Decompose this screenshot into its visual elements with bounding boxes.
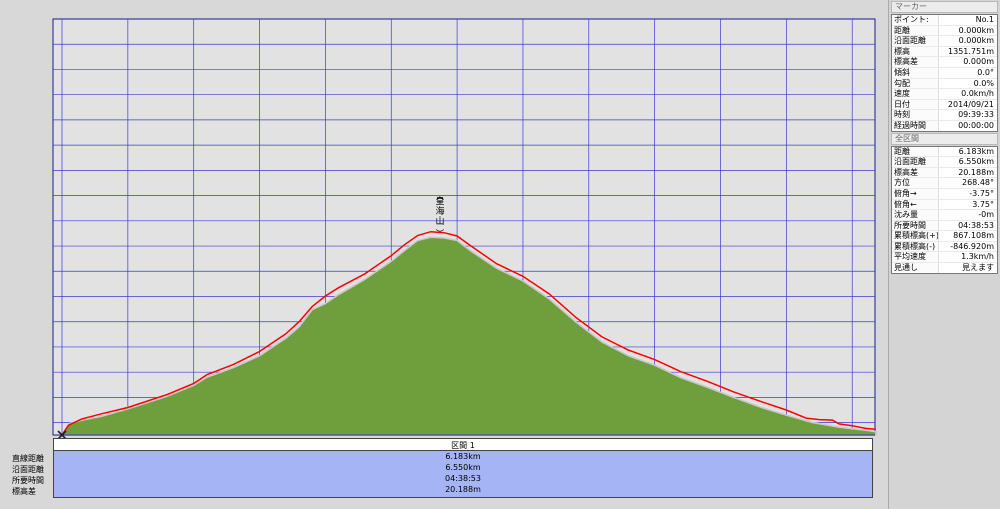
marker-row: 日付 2014/09/21: [892, 99, 997, 111]
full-value: 268.48°: [962, 178, 994, 188]
full-value: -3.75°: [969, 188, 994, 198]
marker-key: 距離: [892, 25, 939, 36]
full-value: 見えます: [962, 263, 994, 273]
full-value: -0m: [978, 210, 994, 220]
segment-values: 6.183km 6.550km 04:38:53 20.188m: [53, 451, 873, 498]
full-row: 見通し 見えます: [892, 263, 997, 273]
full-row: 俯角→ -3.75°: [892, 188, 997, 200]
peak-label-bracket: ︶: [436, 228, 444, 238]
marker-value: 0.000m: [963, 57, 994, 67]
marker-value: 09:39:33: [958, 110, 994, 120]
marker-value: 0.0%: [973, 78, 994, 88]
marker-row: 標高差 0.000m: [892, 57, 997, 68]
full-value: 867.108m: [953, 231, 994, 241]
full-key: 平均速度: [892, 252, 939, 263]
marker-row: 距離 0.000km: [892, 25, 997, 37]
marker-row: ポイント: No.1: [892, 15, 997, 26]
marker-key: 傾斜: [892, 67, 939, 78]
marker-row: 傾斜 0.0°: [892, 67, 997, 79]
marker-key: 勾配: [892, 78, 939, 89]
segment-value: 6.183km: [445, 452, 481, 461]
marker-key: 標高: [892, 46, 939, 57]
marker-key: 沿面距離: [892, 36, 939, 46]
full-value: 6.550km: [958, 157, 994, 167]
full-value: 04:38:53: [958, 220, 994, 230]
marker-row: 速度 0.0km/h: [892, 89, 997, 100]
full-key: 俯角←: [892, 199, 939, 210]
full-key: 累積標高(-): [892, 241, 939, 252]
segment-panel: 直線距離 沿面距離 所要時間 標高差 区間 1 6.183km 6.550km 04:38…: [0, 438, 888, 509]
marker-row: 標高 1351.751m: [892, 46, 997, 58]
marker-key: 時刻: [892, 110, 939, 120]
marker-value: 0.0km/h: [961, 89, 994, 99]
marker-value: 0.000km: [958, 36, 994, 46]
info-sidebar: マーカー ポイント: No.1 距離 0.000km 沿面距離 0.000km 標高 1351…: [888, 0, 1000, 509]
full-row: 累積標高(+) 867.108m: [892, 231, 997, 242]
full-row: 平均速度 1.3km/h: [892, 252, 997, 264]
peak-label-bracket: ︵: [436, 192, 444, 201]
segment-value: 04:38:53: [445, 474, 481, 483]
elevation-profile-chart[interactable]: 皇海山︵︶: [0, 0, 888, 438]
marker-key: ポイント:: [892, 15, 939, 25]
full-range-info-table: 距離 6.183km 沿面距離 6.550km 標高差 20.188m 方位 268.48° 俯…: [891, 145, 998, 274]
peak-label-char: 海: [435, 205, 444, 217]
full-value: 6.183km: [958, 146, 994, 156]
full-row: 方位 268.48°: [892, 178, 997, 189]
full-key: 見通し: [892, 263, 939, 273]
marker-value: 1351.751m: [948, 46, 994, 56]
marker-key: 日付: [892, 99, 939, 110]
marker-row: 沿面距離 0.000km: [892, 36, 997, 47]
marker-value: 2014/09/21: [947, 99, 994, 109]
full-value: 20.188m: [958, 167, 994, 177]
marker-value: 00:00:00: [958, 120, 994, 130]
marker-row: 勾配 0.0%: [892, 78, 997, 90]
marker-info-table: ポイント: No.1 距離 0.000km 沿面距離 0.000km 標高 1351.751m…: [891, 14, 998, 132]
marker-row: 時刻 09:39:33: [892, 110, 997, 121]
segment-value: 6.550km: [445, 463, 481, 472]
full-value: -846.920m: [950, 241, 994, 251]
segment-value: 20.188m: [445, 485, 481, 494]
full-key: 距離: [892, 146, 939, 157]
marker-section-header: マーカー: [891, 1, 998, 13]
marker-key: 標高差: [892, 57, 939, 67]
full-row: 所要時間 04:38:53: [892, 220, 997, 232]
marker-value: 0.0°: [977, 67, 994, 77]
full-row: 累積標高(-) -846.920m: [892, 241, 997, 253]
full-key: 累積標高(+): [892, 231, 939, 241]
full-row: 俯角← 3.75°: [892, 199, 997, 211]
full-key: 方位: [892, 178, 939, 188]
full-row: 沿面距離 6.550km: [892, 157, 997, 168]
full-row: 沈み量 -0m: [892, 210, 997, 221]
marker-value: No.1: [975, 15, 994, 24]
full-row: 標高差 20.188m: [892, 167, 997, 179]
full-row: 距離 6.183km: [892, 146, 997, 158]
full-value: 3.75°: [972, 199, 994, 209]
segment-header[interactable]: 区間 1: [53, 438, 873, 451]
marker-key: 速度: [892, 89, 939, 99]
full-key: 標高差: [892, 167, 939, 178]
full-key: 沿面距離: [892, 157, 939, 167]
marker-row: 経過時間 00:00:00: [892, 120, 997, 131]
full-key: 所要時間: [892, 220, 939, 231]
peak-label-char: 山: [435, 216, 444, 227]
full-key: 沈み量: [892, 210, 939, 220]
marker-key: 経過時間: [892, 120, 939, 131]
full-key: 俯角→: [892, 188, 939, 199]
full-value: 1.3km/h: [961, 252, 994, 262]
full-range-section-header: 全区間: [891, 132, 998, 145]
marker-value: 0.000km: [958, 25, 994, 35]
